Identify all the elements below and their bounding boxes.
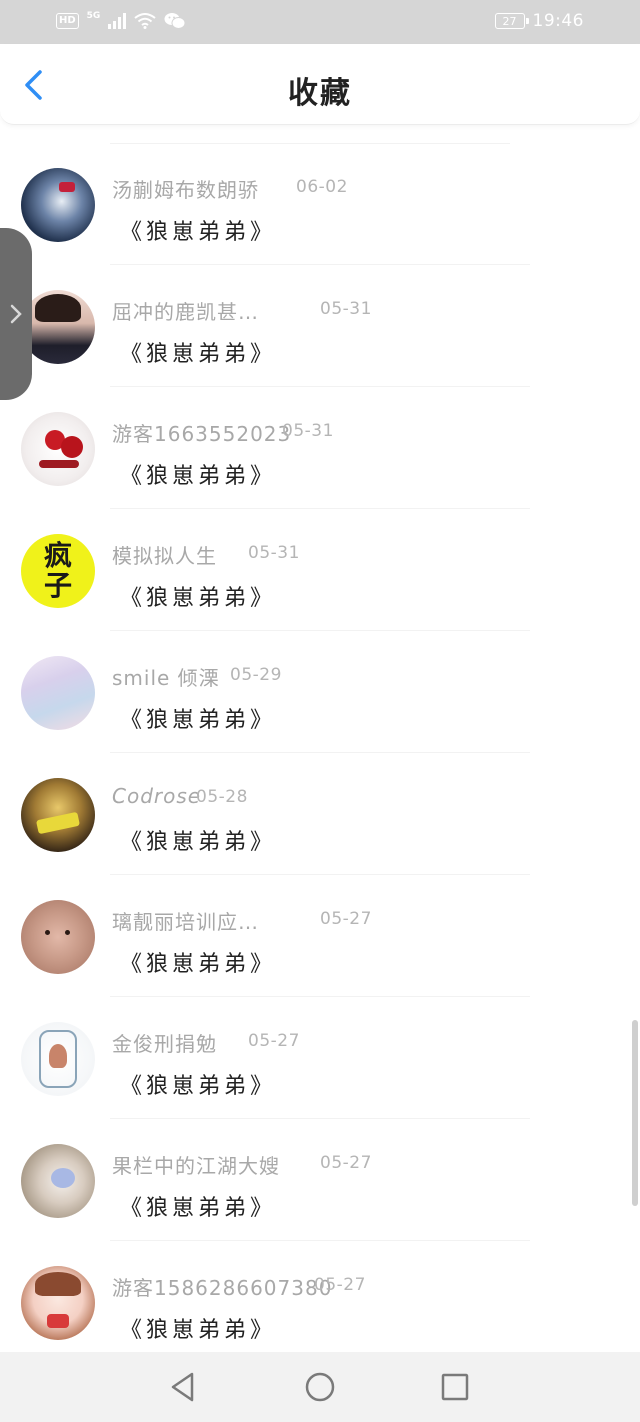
item-date: 05-27 xyxy=(320,909,372,929)
row-divider xyxy=(110,264,530,265)
list-item[interactable]: 屈冲的鹿凯甚… 05-31 《狼崽弟弟》 xyxy=(0,266,640,387)
recents-square-icon[interactable] xyxy=(437,1369,473,1405)
wifi-icon xyxy=(134,13,156,29)
status-right: 27 19:46 xyxy=(494,11,585,31)
list-item[interactable]: smile 倾溧 05-29 《狼崽弟弟》 xyxy=(0,632,640,753)
status-left: HD 5G xyxy=(56,11,186,30)
list-item[interactable]: 游客1663552023 05-31 《狼崽弟弟》 xyxy=(0,388,640,509)
list-item[interactable]: Codrose 05-28 《狼崽弟弟》 xyxy=(0,754,640,875)
avatar[interactable] xyxy=(21,656,95,730)
avatar-text: 疯子 xyxy=(43,539,72,602)
avatar[interactable] xyxy=(21,1022,95,1096)
system-nav-bar xyxy=(0,1352,640,1422)
book-title[interactable]: 《狼崽弟弟》 xyxy=(120,702,276,734)
book-title[interactable]: 《狼崽弟弟》 xyxy=(120,824,276,856)
signal-icon xyxy=(108,13,127,29)
list-item[interactable]: 璃靓丽培训应… 05-27 《狼崽弟弟》 xyxy=(0,876,640,997)
row-divider xyxy=(110,508,530,509)
user-name[interactable]: 游客1663552023 xyxy=(112,418,291,447)
row-divider xyxy=(110,1240,530,1241)
user-name[interactable]: smile 倾溧 xyxy=(112,662,220,691)
side-drawer-handle[interactable] xyxy=(0,228,32,400)
item-date: 05-28 xyxy=(196,787,248,807)
book-title[interactable]: 《狼崽弟弟》 xyxy=(120,1312,276,1344)
wechat-icon xyxy=(164,13,186,29)
user-name[interactable]: 璃靓丽培训应… xyxy=(112,906,259,935)
item-date: 05-31 xyxy=(282,421,334,441)
network-type-label: 5G xyxy=(86,11,101,21)
user-name[interactable]: 屈冲的鹿凯甚… xyxy=(112,296,259,325)
battery-icon: 27 xyxy=(494,13,529,29)
item-date: 06-02 xyxy=(296,177,348,197)
book-title[interactable]: 《狼崽弟弟》 xyxy=(120,1190,276,1222)
avatar[interactable] xyxy=(21,1266,95,1340)
avatar[interactable] xyxy=(21,412,95,486)
row-divider xyxy=(110,752,530,753)
avatar[interactable] xyxy=(21,900,95,974)
app-header: 收藏 xyxy=(0,44,640,125)
book-title[interactable]: 《狼崽弟弟》 xyxy=(120,214,276,246)
list-item[interactable]: 游客1586286607380 05-27 《狼崽弟弟》 xyxy=(0,1242,640,1363)
book-title[interactable]: 《狼崽弟弟》 xyxy=(120,580,276,612)
row-divider xyxy=(110,996,530,997)
avatar[interactable] xyxy=(21,168,95,242)
item-date: 05-31 xyxy=(320,299,372,319)
user-name[interactable]: 游客1586286607380 xyxy=(112,1272,332,1301)
list-item[interactable]: 果栏中的江湖大嫂 05-27 《狼崽弟弟》 xyxy=(0,1120,640,1241)
status-time: 19:46 xyxy=(532,11,584,31)
book-title[interactable]: 《狼崽弟弟》 xyxy=(120,946,276,978)
item-date: 05-27 xyxy=(314,1275,366,1295)
home-circle-icon[interactable] xyxy=(302,1369,338,1405)
list-item[interactable]: 金俊刑捐勉 05-27 《狼崽弟弟》 xyxy=(0,998,640,1119)
avatar[interactable] xyxy=(21,290,95,364)
page-title: 收藏 xyxy=(288,76,352,111)
book-title[interactable]: 《狼崽弟弟》 xyxy=(120,458,276,490)
avatar[interactable] xyxy=(21,778,95,852)
scrollbar[interactable] xyxy=(632,1020,638,1206)
row-divider xyxy=(110,1118,530,1119)
user-name[interactable]: 汤蒯姆布数朗骄 xyxy=(112,174,259,203)
book-title[interactable]: 《狼崽弟弟》 xyxy=(120,1068,276,1100)
item-date: 05-31 xyxy=(248,543,300,563)
avatar[interactable]: 疯子 xyxy=(21,534,95,608)
item-date: 05-27 xyxy=(248,1031,300,1051)
user-name[interactable]: 果栏中的江湖大嫂 xyxy=(112,1150,280,1179)
hd-icon: HD xyxy=(56,13,79,29)
list-item[interactable]: 疯子 模拟拟人生 05-31 《狼崽弟弟》 xyxy=(0,510,640,631)
list-item[interactable]: 汤蒯姆布数朗骄 06-02 《狼崽弟弟》 xyxy=(0,144,640,265)
item-date: 05-29 xyxy=(230,665,282,685)
back-triangle-icon[interactable] xyxy=(165,1369,201,1405)
chevron-right-icon xyxy=(10,304,22,324)
status-bar: HD 5G 27 19:46 xyxy=(0,0,640,44)
row-divider xyxy=(110,874,530,875)
avatar[interactable] xyxy=(21,1144,95,1218)
row-divider xyxy=(110,630,530,631)
user-name[interactable]: Codrose xyxy=(112,784,201,808)
row-divider xyxy=(110,386,530,387)
user-name[interactable]: 模拟拟人生 xyxy=(112,540,217,569)
book-title[interactable]: 《狼崽弟弟》 xyxy=(120,336,276,368)
item-date: 05-27 xyxy=(320,1153,372,1173)
user-name[interactable]: 金俊刑捐勉 xyxy=(112,1028,217,1057)
